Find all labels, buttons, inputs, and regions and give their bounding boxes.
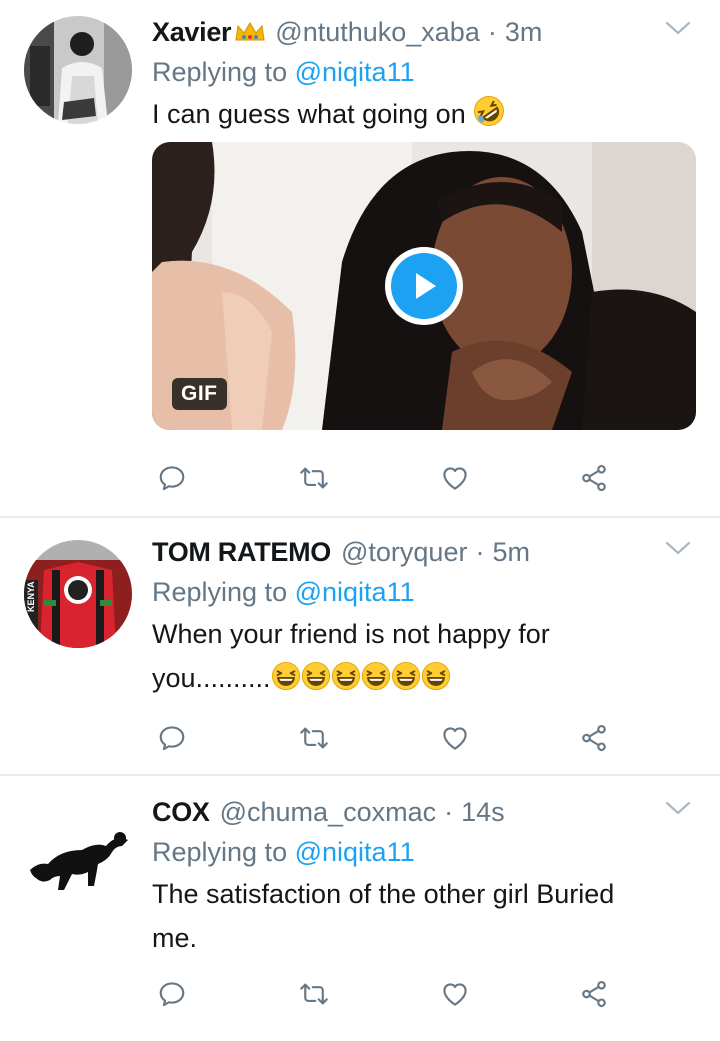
like-icon [440, 979, 470, 1009]
separator-dot: · [475, 536, 485, 567]
retweet-button[interactable] [294, 718, 334, 758]
replying-to-label: Replying to [152, 577, 288, 607]
avatar[interactable] [24, 806, 132, 914]
chevron-down-icon[interactable] [664, 798, 692, 818]
separator-dot: · [444, 796, 454, 827]
separator-dot: · [487, 16, 497, 47]
tweet-header: Xavier @ntuthuko_xaba · 3m [152, 12, 700, 52]
chevron-down-icon[interactable] [664, 18, 692, 38]
tweet-actions [152, 974, 622, 1014]
laughing-emoji [271, 660, 301, 704]
user-handle[interactable]: @toryquer [341, 537, 467, 568]
display-name[interactable]: Xavier [152, 17, 232, 48]
reply-icon [157, 463, 187, 493]
gif-badge: GIF [172, 378, 227, 410]
tweet-1[interactable]: Xavier @ntuthuko_xaba · 3m Replying to @… [0, 0, 720, 518]
replying-to: Replying to @niqita11 [152, 52, 700, 92]
replying-to: Replying to @niqita11 [152, 832, 700, 872]
reply-button[interactable] [152, 974, 192, 1014]
tweet-header: COX @chuma_coxmac · 14s [152, 792, 700, 832]
timestamp[interactable]: 3m [505, 17, 543, 48]
tweet-actions [152, 718, 622, 758]
share-icon [579, 979, 609, 1009]
tweet-3[interactable]: COX @chuma_coxmac · 14s Replying to @niq… [0, 776, 720, 1041]
retweet-icon [299, 979, 329, 1009]
replying-to: Replying to @niqita11 [152, 572, 700, 612]
tweet-text: I can guess what going on [152, 92, 700, 140]
mention-link[interactable]: @niqita11 [295, 577, 415, 607]
tweet-text-line: you.......... [152, 656, 700, 704]
replying-to-label: Replying to [152, 837, 288, 867]
retweet-icon [299, 463, 329, 493]
mention-link[interactable]: @niqita11 [295, 837, 415, 867]
laughing-emoji [361, 660, 391, 704]
reply-button[interactable] [152, 458, 192, 498]
reply-icon [157, 723, 187, 753]
tweet-text: When your friend is not happy for you...… [152, 612, 700, 704]
user-handle[interactable]: @chuma_coxmac [220, 797, 437, 828]
tweet-2[interactable]: KENYA TOM RATEMO @toryquer · 5m Replying… [0, 518, 720, 776]
avatar[interactable]: KENYA [24, 540, 132, 648]
mention-link[interactable]: @niqita11 [295, 57, 415, 87]
crown-emoji [233, 20, 267, 44]
replying-to-label: Replying to [152, 57, 288, 87]
timestamp[interactable]: 14s [461, 797, 505, 828]
laughing-emoji [391, 660, 421, 704]
play-icon [391, 253, 457, 319]
retweet-button[interactable] [294, 458, 334, 498]
share-icon [579, 463, 609, 493]
tweet-header: TOM RATEMO @toryquer · 5m [152, 532, 700, 572]
reply-icon [157, 979, 187, 1009]
rolling-laughing-emoji [473, 95, 505, 140]
tweet-text-body: I can guess what going on [152, 99, 466, 129]
display-name[interactable]: COX [152, 797, 210, 828]
reply-button[interactable] [152, 718, 192, 758]
tweet-text-line: me. [152, 923, 198, 953]
tweet-text-line: The satisfaction of the other girl Burie… [152, 879, 615, 909]
retweet-button[interactable] [294, 974, 334, 1014]
tweet-text-line: When your friend is not happy for [152, 619, 550, 649]
retweet-icon [299, 723, 329, 753]
share-button[interactable] [574, 458, 614, 498]
like-icon [440, 463, 470, 493]
tweet-actions [152, 458, 622, 498]
laughing-emoji [331, 660, 361, 704]
share-button[interactable] [574, 718, 614, 758]
tweet-text: The satisfaction of the other girl Burie… [152, 872, 700, 960]
share-icon [579, 723, 609, 753]
laughing-emoji [421, 660, 451, 704]
gif-media[interactable]: GIF [152, 142, 696, 430]
play-button[interactable] [385, 247, 463, 325]
user-handle[interactable]: @ntuthuko_xaba [275, 17, 480, 48]
like-button[interactable] [435, 974, 475, 1014]
chevron-down-icon[interactable] [664, 538, 692, 558]
like-button[interactable] [435, 718, 475, 758]
avatar-jersey-text: KENYA [26, 581, 36, 612]
display-name[interactable]: TOM RATEMO [152, 537, 331, 568]
like-icon [440, 723, 470, 753]
timestamp[interactable]: 5m [492, 537, 530, 568]
like-button[interactable] [435, 458, 475, 498]
laughing-emoji [301, 660, 331, 704]
tweet-text-line-body: you.......... [152, 663, 271, 693]
avatar[interactable] [24, 16, 132, 124]
share-button[interactable] [574, 974, 614, 1014]
